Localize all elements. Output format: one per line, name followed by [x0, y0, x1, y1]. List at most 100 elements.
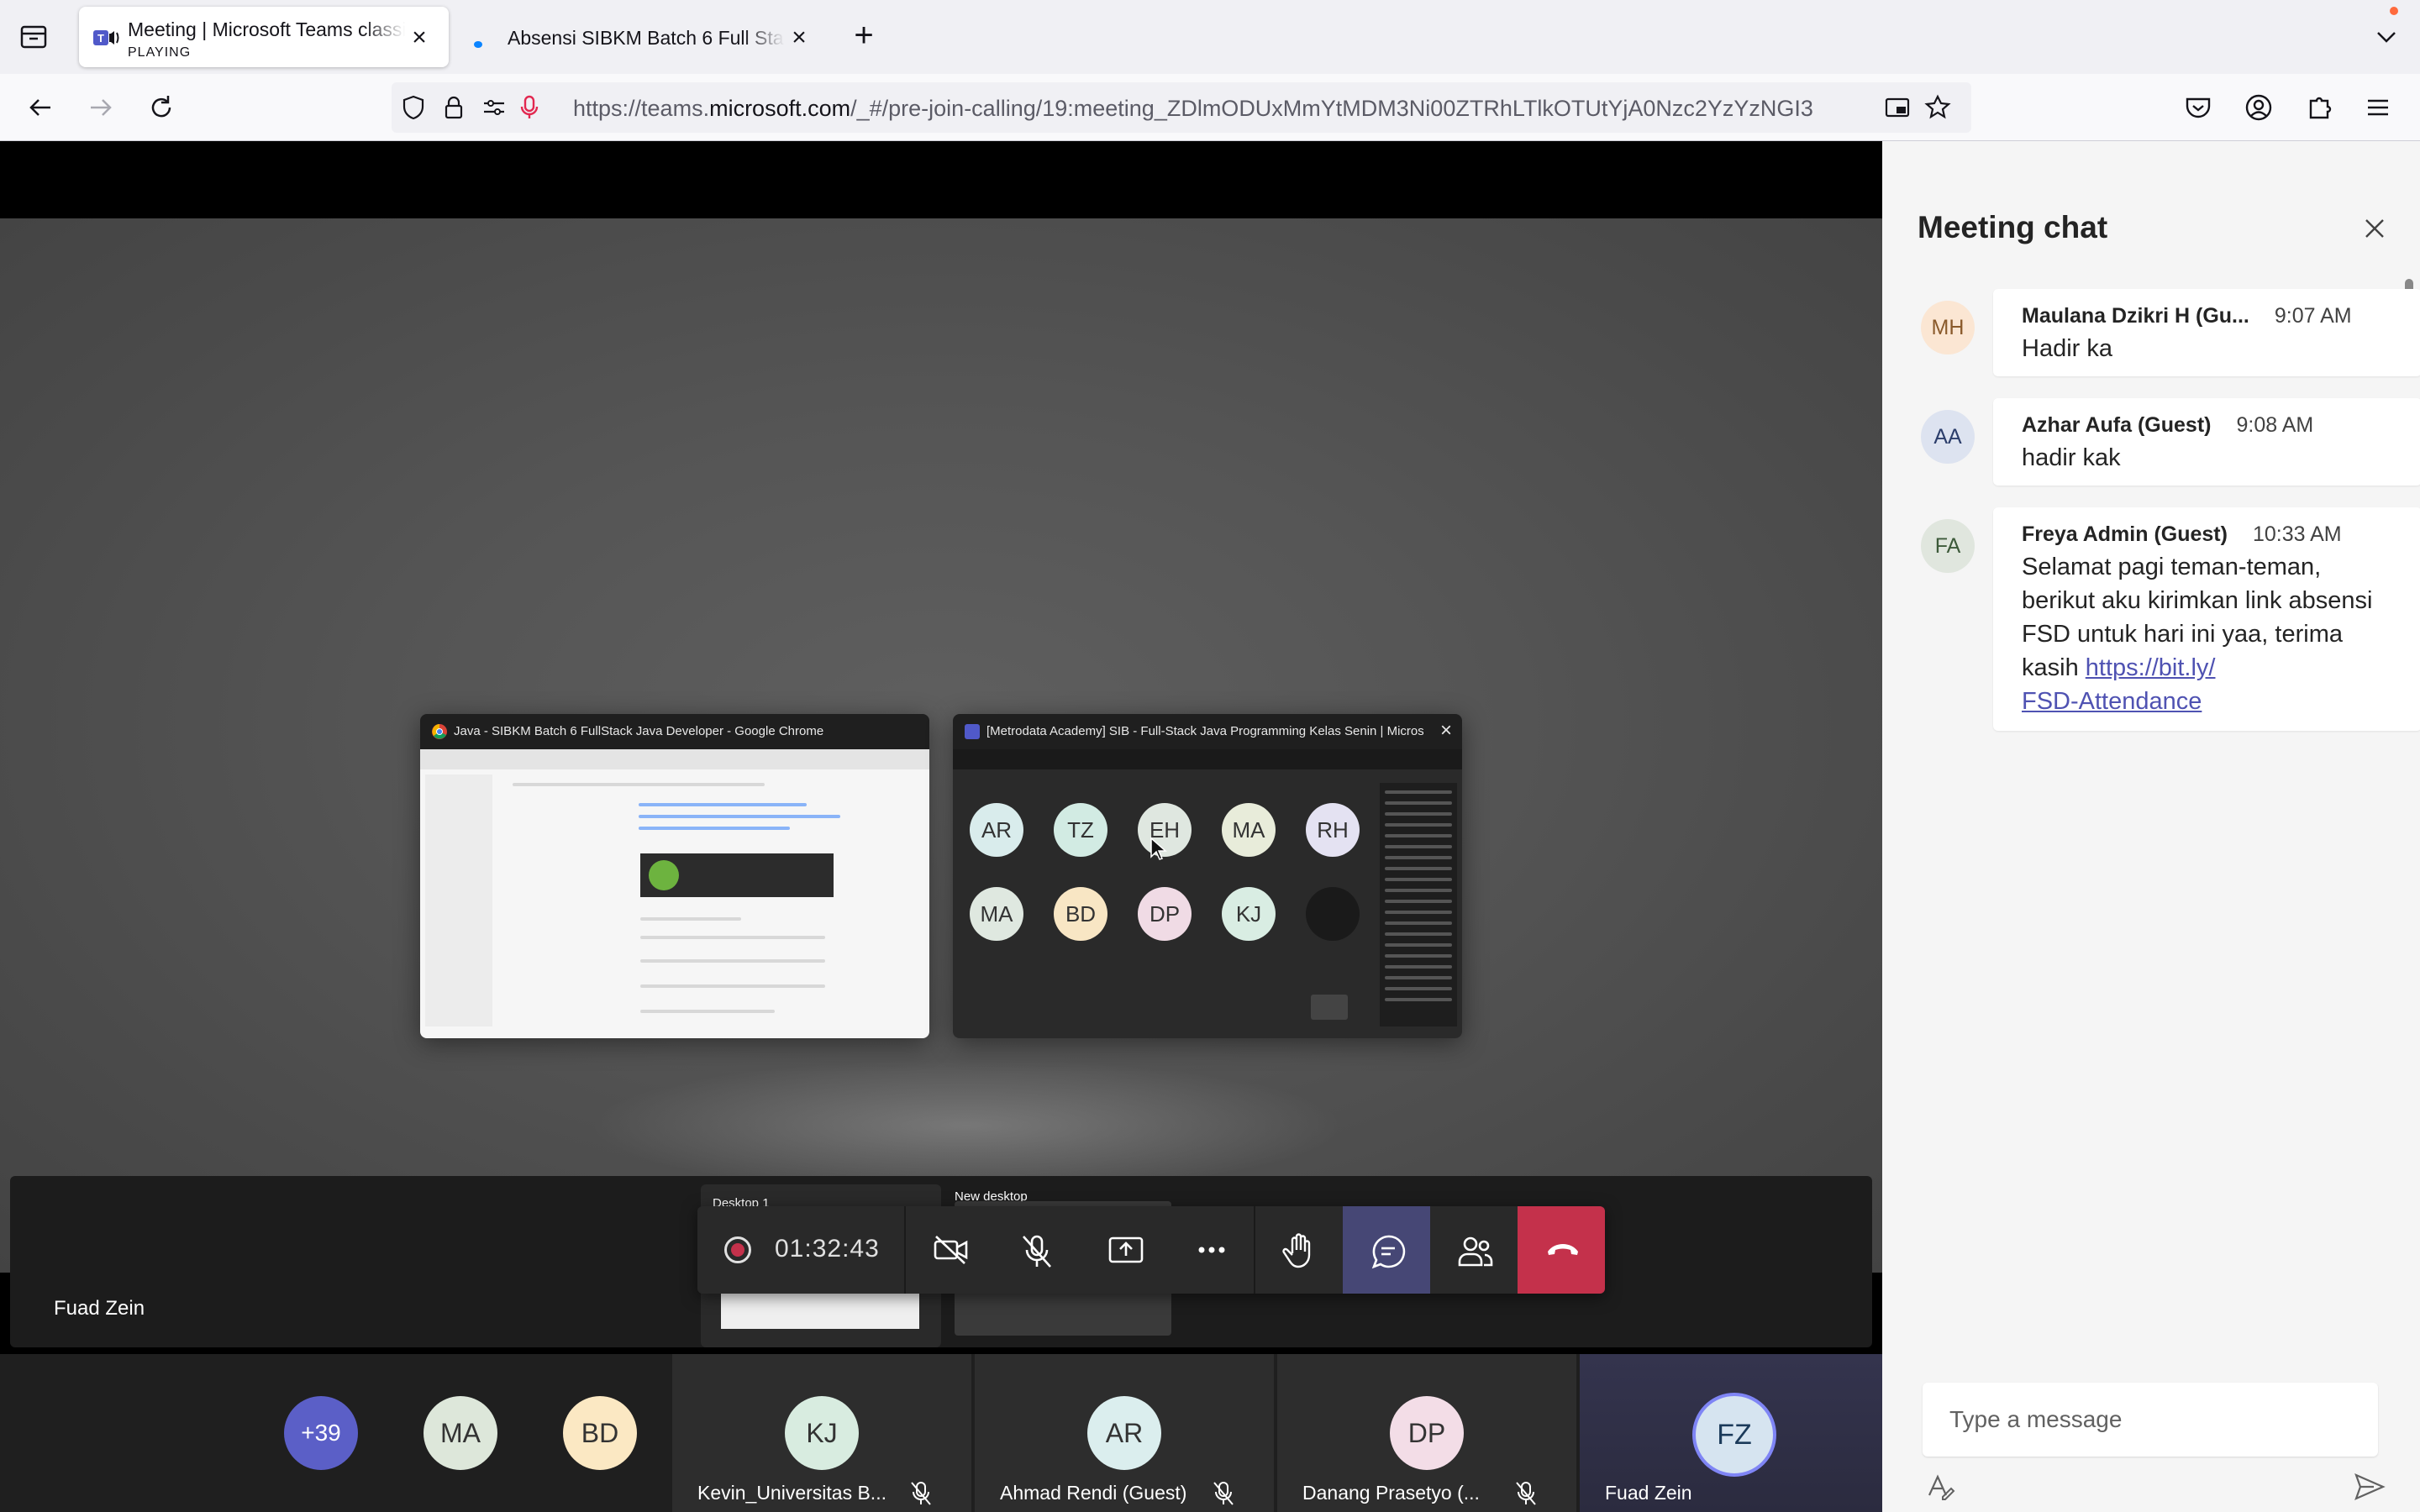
avatar: KJ [1222, 887, 1276, 941]
teams-icon [965, 724, 980, 739]
close-window-icon[interactable]: × [1440, 721, 1452, 741]
participants-button[interactable] [1430, 1206, 1518, 1294]
participant-tile-self[interactable]: FZ Fuad Zein [1580, 1354, 1882, 1512]
message-bubble[interactable]: Azhar Aufa (Guest) 9:08 AM hadir kak [1993, 398, 2420, 486]
avatar[interactable]: BD [563, 1396, 637, 1470]
message-author: Azhar Aufa (Guest) [2022, 413, 2212, 437]
meeting-timer: 01:32:43 [775, 1235, 880, 1263]
message-time: 9:08 AM [2236, 413, 2314, 437]
chat-title: Meeting chat [1918, 210, 2108, 244]
menu-hamburger-icon[interactable] [2360, 89, 2396, 126]
browser-nav-bar: https://teams.microsoft.com/_#/pre-join-… [0, 74, 2420, 141]
compose-box[interactable] [1923, 1383, 2378, 1457]
close-icon[interactable] [2360, 213, 2390, 244]
notification-dot [2390, 7, 2398, 15]
more-actions-button[interactable] [1168, 1206, 1255, 1294]
avatar: RH [1306, 803, 1360, 857]
message-author: Maulana Dzikri H (Gu... [2022, 304, 2249, 328]
picture-in-picture-icon[interactable] [1882, 92, 1912, 123]
extensions-icon[interactable] [2301, 89, 2338, 126]
avatar[interactable]: MA [424, 1396, 497, 1470]
window-titlebar: Java - SIBKM Batch 6 FullStack Java Deve… [420, 714, 929, 749]
message-text: Hadir ka [2022, 335, 2112, 362]
bookmark-star-icon[interactable] [1923, 92, 1953, 123]
camera-off-button[interactable] [906, 1206, 993, 1294]
mute-button[interactable] [993, 1206, 1081, 1294]
tab-title: Meeting | Microsoft Teams classic [128, 18, 405, 40]
more-participants-button[interactable]: +39 [284, 1396, 358, 1470]
avatar: DP [1138, 887, 1192, 941]
message-text: Selamat pagi teman-teman, berikut aku ki… [2022, 554, 2373, 715]
chrome-icon [432, 724, 447, 739]
avatar: MA [970, 887, 1023, 941]
forward-arrow-icon[interactable] [82, 89, 119, 126]
shadow-glow [588, 1058, 1344, 1193]
message-text: hadir kak [2022, 444, 2121, 471]
participant-name: Fuad Zein [1605, 1482, 1692, 1504]
muted-mic-icon [909, 1480, 933, 1507]
tab-teams-meeting[interactable]: T Meeting | Microsoft Teams classic PLAY… [79, 7, 449, 67]
message-bubble[interactable]: Maulana Dzikri H (Gu... 9:07 AM Hadir ka [1993, 289, 2420, 376]
url-text[interactable]: https://teams.microsoft.com/_#/pre-join-… [573, 96, 1867, 122]
avatar: DP [1390, 1396, 1464, 1470]
meeting-chat-panel: Meeting chat MH Maulana Dzikri H (Gu... 9… [1882, 141, 2420, 1512]
message-author: Freya Admin (Guest) [2022, 522, 2228, 546]
raise-hand-button[interactable] [1255, 1206, 1343, 1294]
shield-icon[interactable] [398, 92, 429, 123]
send-icon[interactable] [2353, 1470, 2386, 1504]
participant-tile[interactable]: KJ Kevin_Universitas B... [672, 1354, 971, 1512]
shared-window-chrome[interactable]: Java - SIBKM Batch 6 FullStack Java Deve… [420, 714, 929, 1038]
leave-call-button[interactable] [1518, 1206, 1605, 1294]
microphone-in-use-icon[interactable] [514, 92, 544, 123]
microphone-off-icon [1023, 1235, 1051, 1268]
participant-name: Danang Prasetyo (... [1302, 1482, 1480, 1504]
url-bar[interactable]: https://teams.microsoft.com/_#/pre-join-… [392, 82, 1971, 133]
avatar: FA [1921, 519, 1975, 573]
message-time: 10:33 AM [2252, 522, 2342, 546]
hang-up-icon [1548, 1244, 1578, 1255]
shared-window-teams[interactable]: [Metrodata Academy] SIB - Full-Stack Jav… [953, 714, 1462, 1038]
message-input[interactable] [1949, 1403, 2353, 1436]
avatar: BD [1054, 887, 1107, 941]
account-icon[interactable] [2240, 89, 2277, 126]
share-screen-icon [1108, 1236, 1144, 1263]
muted-mic-icon [1514, 1480, 1538, 1507]
lock-icon[interactable] [439, 92, 469, 123]
format-text-icon[interactable] [1923, 1470, 1956, 1504]
back-arrow-icon[interactable] [22, 89, 59, 126]
avatar: AA [1921, 410, 1975, 464]
window-preview [420, 749, 929, 1038]
message-bubble[interactable]: Freya Admin (Guest) 10:33 AM Selamat pagi… [1993, 507, 2420, 731]
meeting-stage: Java - SIBKM Batch 6 FullStack Java Deve… [0, 141, 1882, 1512]
forms-favicon-icon [474, 37, 482, 48]
screen-share-view[interactable]: Java - SIBKM Batch 6 FullStack Java Deve… [0, 218, 1882, 1347]
chat-button[interactable] [1343, 1206, 1430, 1294]
avatar-empty [1306, 887, 1360, 941]
participant-tile[interactable]: AR Ahmad Rendi (Guest) [975, 1354, 1274, 1512]
pocket-icon[interactable] [2180, 89, 2217, 126]
window-title: [Metrodata Academy] SIB - Full-Stack Jav… [986, 724, 1423, 738]
close-tab-icon[interactable]: × [786, 25, 812, 50]
window-titlebar: [Metrodata Academy] SIB - Full-Stack Jav… [953, 714, 1462, 749]
share-screen-button[interactable] [1081, 1206, 1168, 1294]
avatar: MA [1222, 803, 1276, 857]
avatar: KJ [785, 1396, 859, 1470]
chevron-down-icon[interactable] [2370, 20, 2403, 54]
tab-absensi[interactable]: Absensi SIBKM Batch 6 Full Stack × [459, 7, 829, 67]
tab-playing-label: PLAYING [128, 45, 192, 60]
people-icon [1458, 1236, 1493, 1267]
close-tab-icon[interactable]: × [407, 25, 432, 50]
muted-mic-icon [1212, 1480, 1235, 1507]
reload-icon[interactable] [143, 89, 180, 126]
participant-tile[interactable]: DP Danang Prasetyo (... [1277, 1354, 1576, 1512]
new-tab-button[interactable]: + [847, 18, 881, 54]
permissions-icon[interactable] [479, 92, 509, 123]
raise-hand-icon [1282, 1233, 1311, 1268]
avatar: AR [970, 803, 1023, 857]
participant-name: Ahmad Rendi (Guest) [1000, 1482, 1187, 1504]
message-time: 9:07 AM [2274, 304, 2352, 328]
camera-off-icon [934, 1236, 968, 1264]
svg-text:T: T [97, 32, 104, 45]
more-dots-icon [1198, 1247, 1225, 1253]
tab-list-icon[interactable] [17, 22, 50, 52]
